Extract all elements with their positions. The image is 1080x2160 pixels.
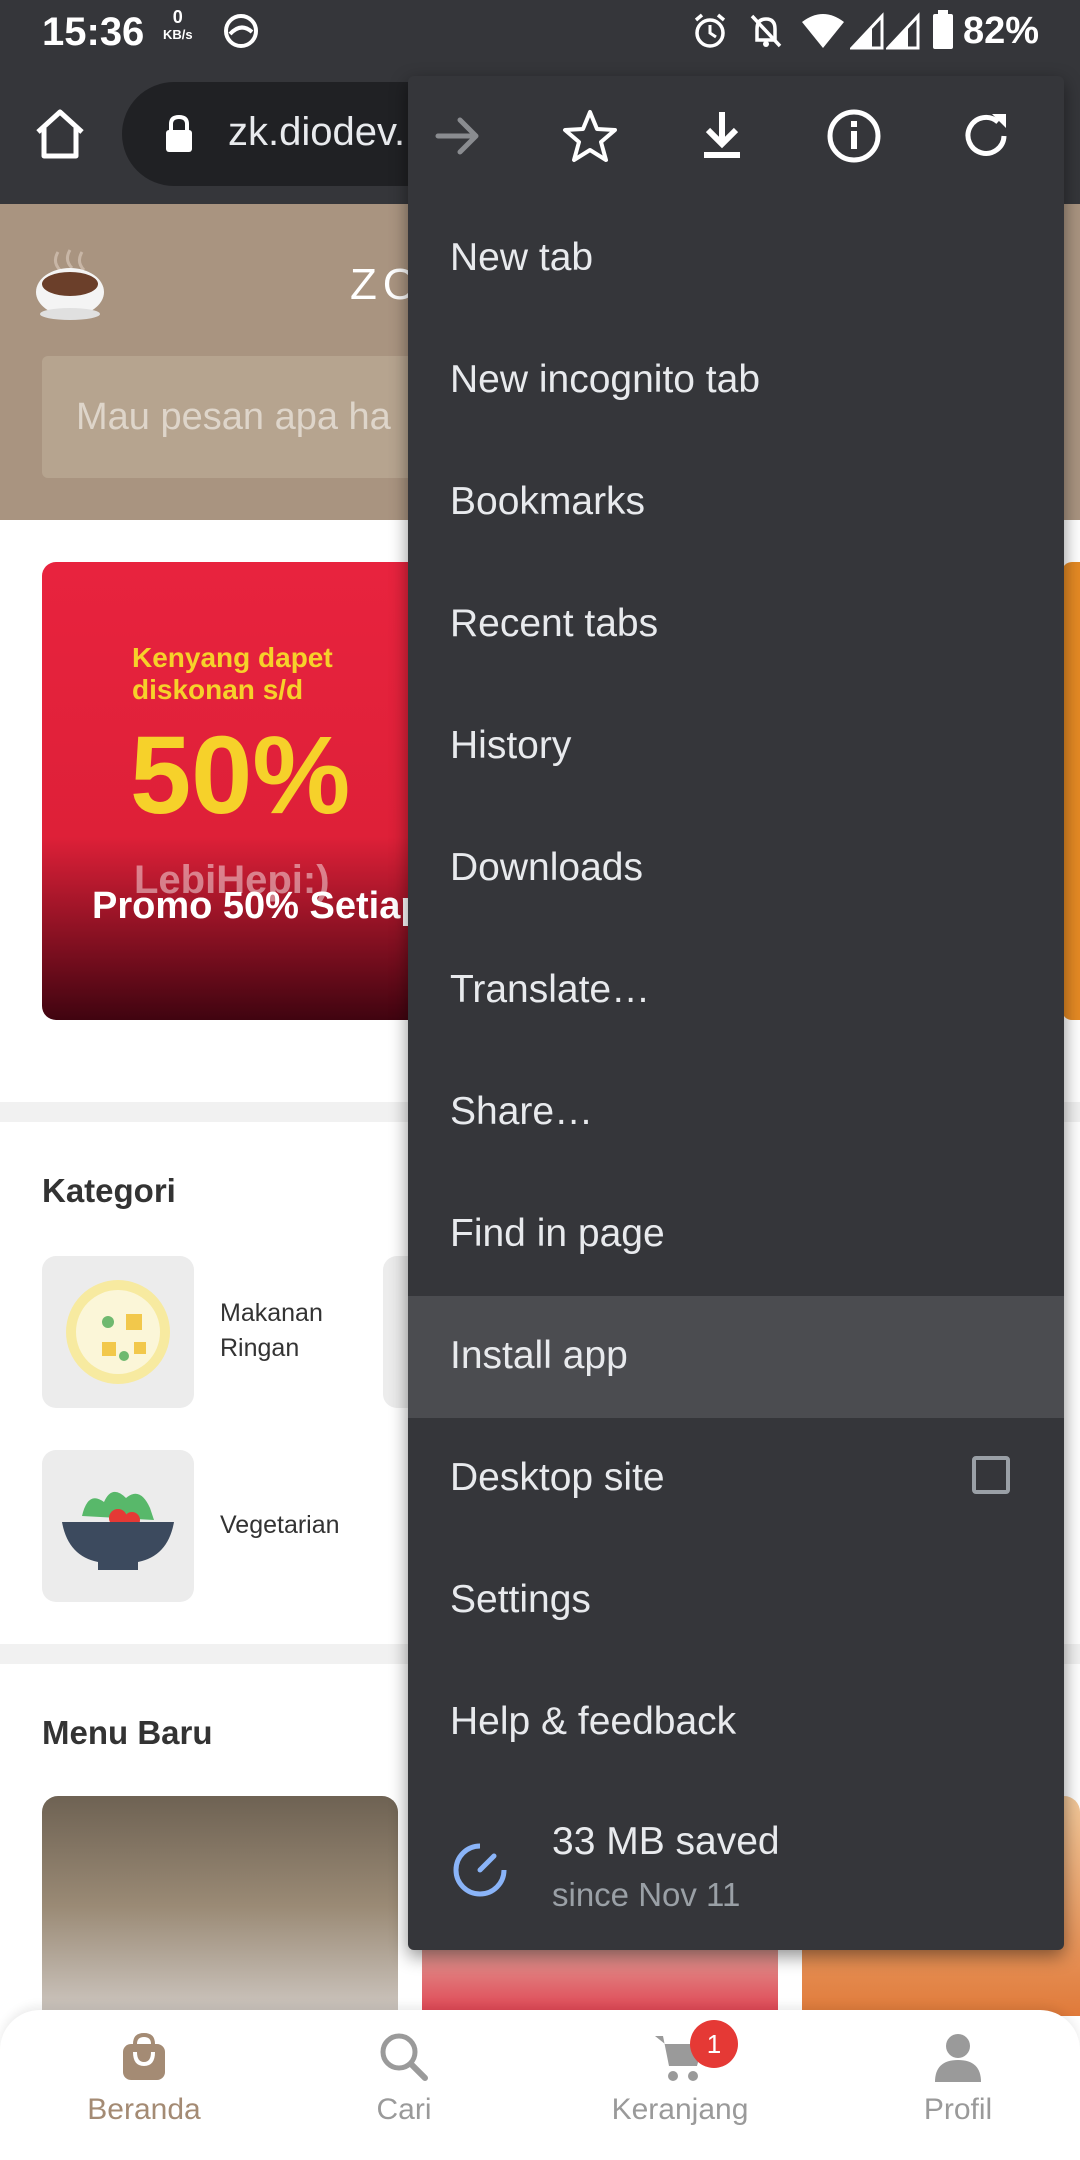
network-speed: 0 KB/s: [163, 8, 193, 44]
category-tile-vegetarian[interactable]: [42, 1450, 194, 1602]
menu-item-label: Help & feedback: [450, 1700, 737, 1743]
category-label-vegetarian: Vegetarian: [220, 1511, 340, 1539]
menu-item-recent-tabs[interactable]: Recent tabs: [408, 564, 1064, 686]
menu-item-settings[interactable]: Settings: [408, 1540, 1064, 1662]
menu-photo-1[interactable]: [42, 1796, 398, 2016]
cart-badge: 1: [690, 2020, 738, 2068]
menu-item-label: Translate…: [450, 968, 651, 1011]
network-speed-value: 0: [172, 7, 183, 27]
nav-label-search: Cari: [376, 2093, 432, 2126]
status-time: 15:36: [42, 10, 145, 54]
status-bar: 15:36 0 KB/s 82%: [0, 0, 1080, 64]
menu-item-label: New tab: [450, 236, 594, 279]
menu-item-install-app[interactable]: Install app: [408, 1296, 1064, 1418]
forward-icon[interactable]: [428, 106, 488, 166]
bottom-navigation: Beranda Cari 1 Keranjang Profil: [0, 2010, 1080, 2160]
snack-plate-icon: [66, 1280, 170, 1384]
nav-search[interactable]: Cari: [304, 2030, 504, 2127]
alarm-icon: [694, 13, 726, 48]
nav-label-cart: Keranjang: [611, 2093, 749, 2126]
salad-bowl-icon: [62, 1491, 174, 1570]
nav-profile[interactable]: Profil: [858, 2030, 1058, 2127]
search-placeholder: Mau pesan apa ha: [76, 396, 391, 438]
data-saved-since: since Nov 11: [552, 1876, 741, 1913]
nav-label-profile: Profil: [923, 2093, 993, 2126]
wifi-icon: [802, 14, 844, 48]
coffee-logo-icon[interactable]: [30, 244, 110, 324]
categories-title: Kategori: [42, 1172, 176, 1209]
info-icon[interactable]: [824, 106, 884, 166]
menu-item-label: Share…: [450, 1090, 594, 1133]
menu-item-new-incognito-tab[interactable]: New incognito tab: [408, 320, 1064, 442]
battery-percent: 82%: [963, 10, 1040, 52]
menu-item-new-tab[interactable]: New tab: [408, 198, 1064, 320]
data-saver-icon: [453, 1843, 507, 1897]
nav-cart[interactable]: 1 Keranjang: [580, 2020, 780, 2127]
menu-item-share[interactable]: Share…: [408, 1052, 1064, 1174]
menu-item-find-in-page[interactable]: Find in page: [408, 1174, 1064, 1296]
star-icon[interactable]: [560, 106, 620, 166]
browser-overflow-menu: New tab New incognito tab Bookmarks Rece…: [408, 76, 1064, 1950]
menu-item-label: Downloads: [450, 846, 643, 889]
new-menu-title: Menu Baru: [42, 1714, 213, 1751]
lock-icon: [166, 114, 192, 152]
promo-banner[interactable]: Kenyang dapet diskonan s/d 50% LebiHepi:…: [42, 562, 422, 1020]
menu-item-translate[interactable]: Translate…: [408, 930, 1064, 1052]
signal-icon-1: [850, 12, 884, 50]
menu-item-label: History: [450, 724, 572, 767]
menu-item-bookmarks[interactable]: Bookmarks: [408, 442, 1064, 564]
menu-item-label: Install app: [450, 1334, 628, 1377]
data-saved-amount: 33 MB saved: [552, 1820, 780, 1863]
menu-item-label: Settings: [450, 1578, 591, 1621]
menu-item-label: New incognito tab: [450, 358, 761, 401]
menu-item-desktop-site[interactable]: Desktop site: [408, 1418, 1064, 1540]
home-icon[interactable]: [30, 104, 90, 164]
promo-title: Promo 50% Setiap Minimial 4: [92, 885, 422, 927]
nav-label-home: Beranda: [87, 2093, 201, 2126]
menu-action-row: [408, 76, 1064, 196]
category-label-snacks: Makanan Ringan: [220, 1299, 323, 1362]
refresh-icon[interactable]: [956, 106, 1016, 166]
menu-item-label: Find in page: [450, 1212, 665, 1255]
vpn-icon: [224, 14, 258, 48]
desktop-site-checkbox[interactable]: [972, 1456, 1010, 1494]
shopping-bag-icon: [123, 2032, 165, 2080]
category-tile-snacks[interactable]: [42, 1256, 194, 1408]
data-saver-summary[interactable]: 33 MB saved since Nov 11: [408, 1806, 1064, 1936]
person-icon: [935, 2034, 981, 2082]
signal-icon-2: [886, 12, 920, 50]
url-text: zk.diodev.: [228, 110, 406, 154]
search-icon: [380, 2033, 428, 2081]
network-speed-unit: KB/s: [163, 27, 193, 42]
menu-item-downloads[interactable]: Downloads: [408, 808, 1064, 930]
menu-item-label: Recent tabs: [450, 602, 659, 645]
menu-item-label: Bookmarks: [450, 480, 646, 523]
promo-banner-next[interactable]: [1062, 562, 1080, 1020]
download-icon[interactable]: [692, 106, 752, 166]
menu-item-history[interactable]: History: [408, 686, 1064, 808]
battery-icon: [933, 10, 953, 49]
promo-headline: Kenyang dapet diskonan s/d: [132, 642, 333, 705]
notifications-off-icon: [750, 14, 782, 48]
promo-discount: 50%: [130, 714, 351, 837]
nav-home[interactable]: Beranda: [44, 2030, 244, 2127]
menu-item-help-feedback[interactable]: Help & feedback: [408, 1662, 1064, 1784]
menu-item-label: Desktop site: [450, 1456, 665, 1499]
